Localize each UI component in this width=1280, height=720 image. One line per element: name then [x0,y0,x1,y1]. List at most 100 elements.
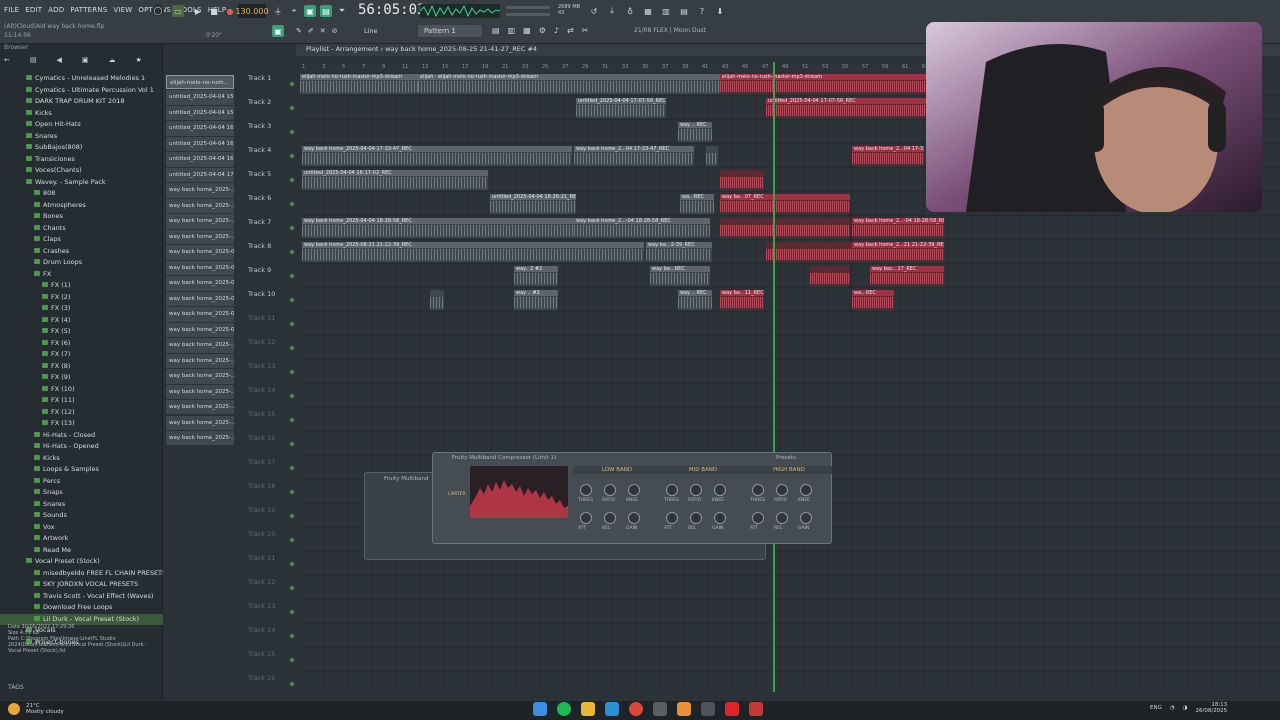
browser-item[interactable]: Download Free Loops [0,602,163,614]
browser-item[interactable]: Snares [0,131,163,143]
knob-att[interactable] [666,512,678,524]
track-led[interactable] [290,346,294,350]
view-icon[interactable]: ▦ [642,5,654,17]
browser-item[interactable]: FX (7) [0,349,163,361]
track-header[interactable]: Track 6 [246,192,296,216]
clip-source-item[interactable]: way back home_2025-.. [166,384,234,399]
knob-knee[interactable] [714,484,726,496]
clip-source-item[interactable]: way back home_2025-.. [166,400,234,415]
audio-clip[interactable]: way back home_2025-08-21 21-22-39_REC [302,242,644,262]
audio-clip[interactable] [766,242,852,262]
track-led[interactable] [290,178,294,182]
audio-clip[interactable] [720,218,850,238]
presets-button[interactable]: Presets [776,455,796,461]
clip-source-item[interactable]: way back home_2025-08.. [166,291,234,307]
recorder-icon[interactable] [749,702,763,716]
clip-source-item[interactable]: untitled_2025-04-04 15.. [166,90,234,105]
start-icon[interactable] [533,702,547,716]
browser-item[interactable]: FX (1) [0,280,163,292]
browser-item[interactable]: Drum Loops [0,257,163,269]
browser-item[interactable]: Crashes [0,246,163,258]
cut-icon[interactable]: ✂ [582,26,589,35]
audio-clip[interactable]: way back home_2...21 21-22-39_REC [852,242,944,262]
browser-item[interactable]: misedbyeldo FREE FL CHAIN PRESETS VOL. 2 [0,568,163,580]
audio-clip[interactable]: untitled_2025-04-04 16-26-21_REC [490,194,576,214]
browser-item[interactable]: SKY JORDXN VOCAL PRESETS [0,579,163,591]
download-icon[interactable]: ⬇ [714,5,726,17]
volume-icon[interactable]: ◑ [1183,705,1188,711]
track-led[interactable] [290,106,294,110]
track-led[interactable] [290,226,294,230]
clip-source-item[interactable]: way back home_2025-.. [166,198,234,214]
back-arrow-icon[interactable]: ← [4,56,10,68]
clip-source-item[interactable]: way back home_2025-.. [166,353,234,369]
clip-source-item[interactable]: way back home_2025-08.. [166,307,234,322]
clip-source-item[interactable]: way back home_2025-.. [166,338,234,353]
piano-roll-icon[interactable]: ▥ [508,26,516,35]
master-volume-slider[interactable] [506,6,550,9]
band-label[interactable]: LOW BAND [574,466,660,474]
track-header[interactable]: Track 24 [246,624,296,648]
track-led[interactable] [290,634,294,638]
play-icon[interactable]: ▶ [192,5,204,17]
knob-thres[interactable] [666,484,678,496]
spotify-icon[interactable] [557,702,571,716]
track-led[interactable] [290,250,294,254]
browser-item[interactable]: FX [0,269,163,281]
track-header[interactable]: Track 10 [246,288,296,312]
browser-item[interactable]: Chants [0,223,163,235]
browser-item[interactable]: Transiciones [0,154,163,166]
browser-item[interactable]: Artwork [0,533,163,545]
browser-item[interactable]: Atmospheres [0,200,163,212]
audio-clip[interactable]: way back home_2025-04-04 17-33-47_REC [302,146,572,166]
knob-rel[interactable] [776,512,788,524]
track-led[interactable] [290,394,294,398]
song-time-display[interactable]: 56:05:03 [358,2,425,20]
knob-ratio[interactable] [776,484,788,496]
track-led[interactable] [290,562,294,566]
undo-icon[interactable]: ↺ [588,5,600,17]
band-label[interactable]: HIGH BAND [746,466,832,474]
clip-source-item[interactable]: way back home_2025-.. [166,214,234,229]
audio-clip[interactable]: elijah-melo-no-rush-master-mp3-stream [300,74,418,94]
audio-clip[interactable]: way .. REC [678,122,712,142]
loop-record-icon[interactable]: ▤ [320,5,332,17]
clip-source-item[interactable]: way back home_2025-.. [166,415,234,430]
knob-ratio[interactable] [690,484,702,496]
browser-item[interactable]: 808 [0,188,163,200]
track-header[interactable]: Track 26 [246,672,296,696]
audio-clip[interactable]: elijah-melo-no-rush-master-mp3-stream [436,74,720,94]
tempo-display[interactable]: 130.000 [235,4,269,18]
snap-folder-icon[interactable]: ▣ [82,56,89,68]
countdown-icon[interactable]: ▣ [304,5,316,17]
track-led[interactable] [290,418,294,422]
clip-source-item[interactable]: way back home_2025-08.. [166,276,234,291]
track-led[interactable] [290,322,294,326]
track-header[interactable]: Track 15 [246,408,296,432]
knob-att[interactable] [752,512,764,524]
track-led[interactable] [290,514,294,518]
star-icon[interactable]: ★ [136,56,142,68]
mute-icon[interactable]: ⊘ [332,27,338,35]
fl-studio-icon[interactable] [677,702,691,716]
browser-item[interactable]: FX (2) [0,292,163,304]
track-led[interactable] [290,442,294,446]
audio-clip[interactable]: wa.. REC [680,194,714,214]
audio-clip[interactable]: wa.. REC [852,290,894,310]
weather-icon[interactable] [8,703,20,715]
track-header[interactable]: Track 13 [246,360,296,384]
cloud-icon[interactable]: ☁ [109,56,116,68]
audio-clip[interactable]: elijah-melo-no-rush-master-mp3-stream [720,74,930,94]
browser-item[interactable]: Voces(Chants) [0,165,163,177]
pattern-selector[interactable]: Pattern 1 [418,25,482,37]
audio-clip[interactable]: way back home_2...04 17-33 [852,146,924,166]
browser-item[interactable]: Travis Scott - Vocal Effect (Waves) [0,591,163,603]
browser-icon[interactable]: ▦ [523,26,531,35]
knob-gain[interactable] [714,512,726,524]
audio-clip[interactable] [720,170,764,190]
record-icon[interactable]: ● [224,5,236,17]
track-header[interactable]: Track 11 [246,312,296,336]
track-led[interactable] [290,82,294,86]
file-explorer-icon[interactable] [581,702,595,716]
audio-clip[interactable] [810,266,850,286]
